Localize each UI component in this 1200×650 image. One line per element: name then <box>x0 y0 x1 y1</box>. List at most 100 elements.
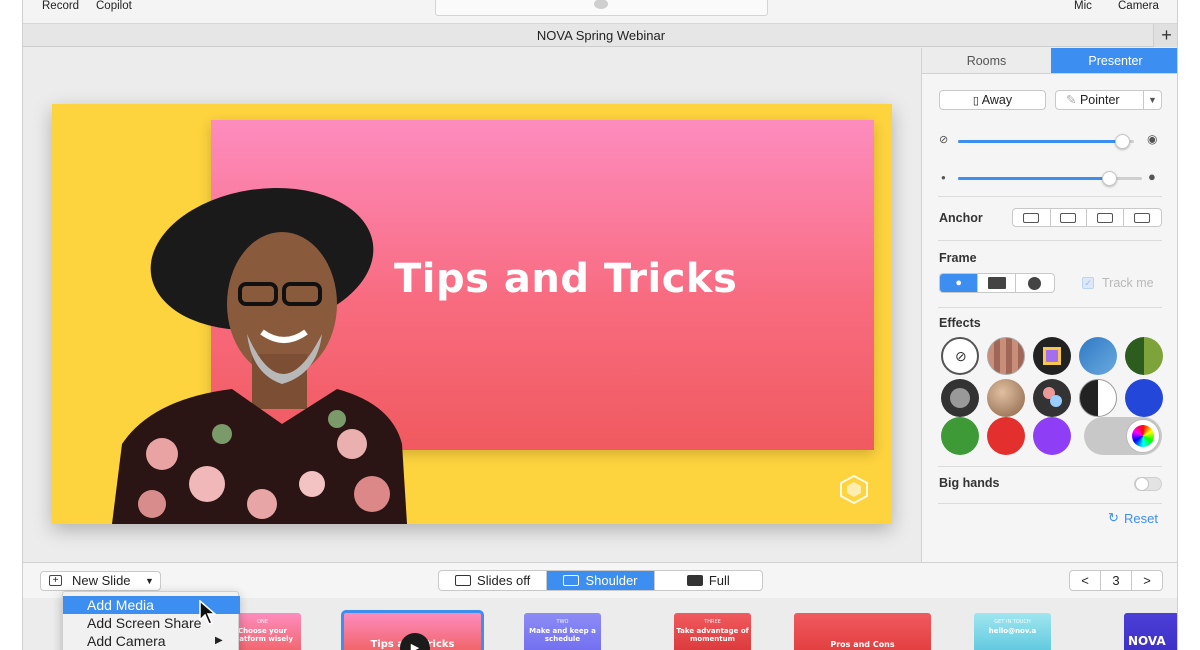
anchor-bottom-right[interactable] <box>1051 209 1088 226</box>
nova-logo-icon <box>840 474 868 504</box>
view-slides-off[interactable]: Slides off <box>439 571 548 590</box>
view-full[interactable]: Full <box>655 571 762 590</box>
record-button[interactable]: Record <box>42 0 79 12</box>
thumbnail-text: Pros and Cons <box>830 640 895 649</box>
slide-thumbnail[interactable]: NOVA <box>1124 613 1177 650</box>
track-me-label: Track me <box>1102 276 1154 290</box>
presenter-cutout <box>112 187 407 524</box>
frame-rectangle[interactable] <box>978 274 1016 292</box>
separator <box>938 240 1162 241</box>
eye-off-icon: ⊘ <box>939 134 949 146</box>
menu-item-add-camera[interactable]: Add Camera ▶ <box>63 632 240 650</box>
effect-red-icon[interactable] <box>987 417 1025 455</box>
frame-label: Frame <box>939 251 977 265</box>
reset-button[interactable]: Reset <box>1124 511 1158 526</box>
effect-frame-icon[interactable] <box>1033 337 1071 375</box>
window-titlebar: NOVA Spring Webinar + <box>23 24 1177 47</box>
thumbnail-text: hello@nov.a <box>988 627 1037 635</box>
tab-presenter[interactable]: Presenter <box>1051 48 1177 73</box>
big-hands-label: Big hands <box>939 476 1000 490</box>
anchor-bottom-left[interactable] <box>1013 209 1051 226</box>
view-shoulder-label: Shoulder <box>585 573 638 588</box>
slide-title: Tips and Tricks <box>394 256 738 302</box>
effect-blue-icon[interactable] <box>1125 379 1163 417</box>
slide-thumbnail[interactable]: THREE Take advantage of momentum <box>674 613 751 650</box>
anchor-tr-icon <box>1134 212 1151 223</box>
shoulder-icon <box>563 575 580 586</box>
separator <box>938 307 1162 308</box>
effect-purple-icon[interactable] <box>1033 417 1071 455</box>
effect-overlay-icon[interactable] <box>1033 379 1071 417</box>
effect-contrast-icon[interactable] <box>1079 379 1117 417</box>
toolbar: Record Copilot Mic Camera <box>23 0 1177 24</box>
size-slider-knob[interactable] <box>1101 171 1117 186</box>
anchor-label: Anchor <box>939 211 983 225</box>
view-slides-off-label: Slides off <box>477 573 531 588</box>
menu-item-add-camera-label: Add Camera <box>87 633 166 649</box>
play-icon[interactable]: ▶ <box>400 633 430 650</box>
slide-thumbnail[interactable]: Pros and Cons <box>794 613 931 650</box>
new-slide-label: New Slide <box>72 573 131 588</box>
tab-rooms[interactable]: Rooms <box>922 48 1051 73</box>
chevron-down-icon: ▼ <box>1143 91 1161 109</box>
person-icon: ● <box>955 277 962 289</box>
pointer-icon: ✎ <box>1066 93 1077 107</box>
camera-button[interactable]: Camera <box>1118 0 1159 12</box>
toolbar-preview <box>435 0 768 16</box>
chevron-down-icon: ▼ <box>145 576 154 586</box>
phone-icon: ▯ <box>972 95 979 107</box>
big-hands-toggle[interactable] <box>1134 477 1162 491</box>
slide-pager: < 3 > <box>1069 570 1163 591</box>
slide-thumbnail[interactable]: GET IN TOUCH hello@nov.a <box>974 613 1051 650</box>
thumbnail-kicker: GET IN TOUCH <box>994 619 1031 625</box>
separator <box>938 503 1162 504</box>
separator <box>938 466 1162 467</box>
toggle-knob <box>1135 477 1149 491</box>
copilot-button[interactable]: Copilot <box>96 0 132 12</box>
rect-person-icon <box>987 277 1006 289</box>
full-icon <box>686 575 703 586</box>
thumbnail-kicker: TWO <box>556 619 569 625</box>
effect-none-icon[interactable]: ⊘ <box>941 337 979 375</box>
view-full-label: Full <box>708 573 730 588</box>
add-tab-button[interactable]: + <box>1153 24 1177 47</box>
effect-film-icon[interactable] <box>941 379 979 417</box>
window-title: NOVA Spring Webinar <box>536 28 666 43</box>
person-large-icon: ● <box>1148 169 1156 184</box>
thumbnail-text: Make and keep a schedule <box>529 627 596 643</box>
pointer-dropdown[interactable]: ✎ Pointer ▼ <box>1055 90 1162 110</box>
slide-thumbnail-current[interactable]: Tips and Tricks ▶ <box>341 610 484 650</box>
frame-cutout[interactable]: ● <box>940 274 979 292</box>
effect-green-icon[interactable] <box>941 417 979 455</box>
effect-sepia-icon[interactable] <box>987 379 1025 417</box>
mic-button[interactable]: Mic <box>1074 0 1092 12</box>
opacity-slider-knob[interactable] <box>1114 134 1130 149</box>
away-button[interactable]: ▯ Away <box>939 90 1046 110</box>
effect-custom-color-toggle[interactable] <box>1084 417 1162 455</box>
submenu-arrow-icon: ▶ <box>215 635 223 646</box>
eye-icon: ◉ <box>1147 132 1158 146</box>
slide-canvas[interactable]: Tips and Tricks <box>52 104 892 524</box>
effect-blue-texture-icon[interactable] <box>1079 337 1117 375</box>
prev-slide-button[interactable]: < <box>1070 571 1101 590</box>
next-slide-button[interactable]: > <box>1132 571 1162 590</box>
opacity-slider[interactable] <box>958 134 1134 149</box>
stage-area: Tips and Tricks <box>23 48 921 562</box>
anchor-top-left[interactable] <box>1087 209 1124 226</box>
slide-thumbnail[interactable]: TWO Make and keep a schedule <box>524 613 601 650</box>
color-wheel-icon[interactable] <box>1126 419 1160 453</box>
thumbnail-text: Take advantage of momentum <box>676 627 749 643</box>
mouse-cursor-icon <box>199 600 217 625</box>
frame-circle[interactable] <box>1016 274 1054 292</box>
view-mode-segmented: Slides off Shoulder Full <box>438 570 763 591</box>
anchor-top-right[interactable] <box>1124 209 1161 226</box>
effect-green-split-icon[interactable] <box>1125 337 1163 375</box>
track-me-checkbox[interactable]: ✓ <box>1082 277 1094 289</box>
pointer-label: Pointer <box>1079 93 1120 107</box>
person-small-icon: ● <box>941 173 946 182</box>
new-slide-button[interactable]: + New Slide ▼ <box>40 571 161 591</box>
effect-pixelate-icon[interactable] <box>987 337 1025 375</box>
size-slider[interactable] <box>958 171 1142 186</box>
view-shoulder[interactable]: Shoulder <box>547 571 655 590</box>
thumbnail-text: NOVA <box>1128 634 1166 648</box>
